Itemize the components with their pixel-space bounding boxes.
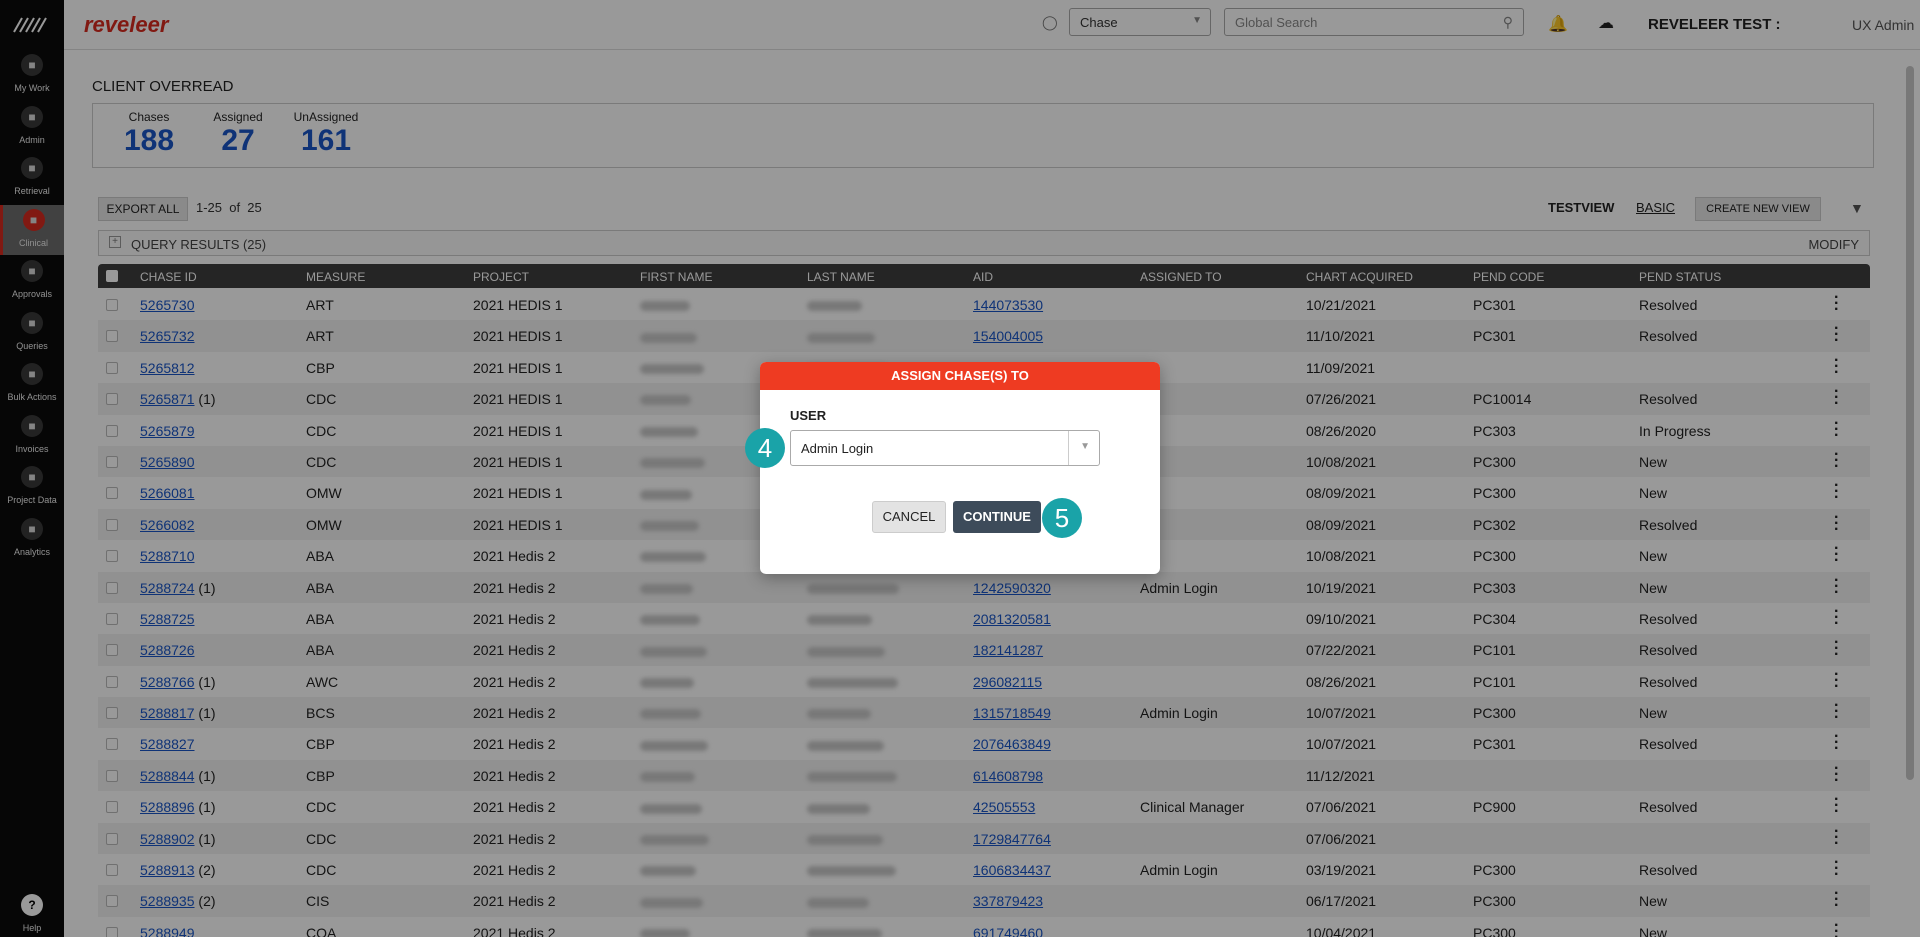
chevron-down-icon[interactable]: ▼ bbox=[1080, 441, 1090, 452]
step-badge-4: 4 bbox=[745, 428, 785, 468]
user-select[interactable]: Admin Login ▼ bbox=[790, 430, 1100, 466]
continue-button[interactable]: CONTINUE bbox=[953, 501, 1041, 533]
cancel-button[interactable]: CANCEL bbox=[872, 501, 946, 533]
user-label: USER bbox=[790, 408, 827, 423]
modal-title: ASSIGN CHASE(S) TO bbox=[760, 362, 1160, 390]
step-badge-5: 5 bbox=[1042, 498, 1082, 538]
assign-chase-modal: ASSIGN CHASE(S) TO USER Admin Login ▼ CA… bbox=[760, 362, 1160, 574]
